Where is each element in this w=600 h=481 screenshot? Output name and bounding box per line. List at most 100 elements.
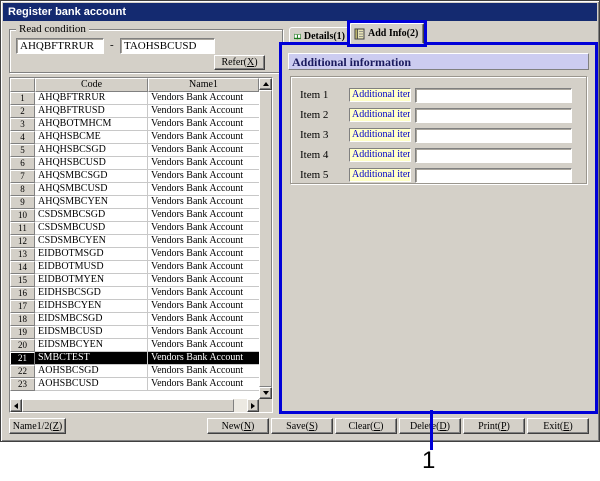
name-cell[interactable]: Vendors Bank Account (148, 248, 259, 261)
horizontal-scrollbar-thumb[interactable] (22, 399, 234, 412)
scroll-up-button[interactable] (259, 78, 272, 90)
row-number-cell[interactable]: 13 (10, 248, 35, 261)
item-tag-button[interactable]: Additional item3 (349, 128, 411, 142)
code-cell[interactable]: EIDBOTMUSD (35, 261, 148, 274)
horizontal-scrollbar[interactable] (10, 399, 259, 412)
code-cell[interactable]: EIDSMBCSGD (35, 313, 148, 326)
name-cell[interactable]: Vendors Bank Account (148, 365, 259, 378)
code-cell[interactable]: CSDSMBCSGD (35, 209, 148, 222)
name-cell[interactable]: Vendors Bank Account (148, 300, 259, 313)
table-row[interactable]: 8AHQSMBCUSDVendors Bank Account (10, 183, 259, 196)
row-number-cell[interactable]: 22 (10, 365, 35, 378)
table-row[interactable]: 14EIDBOTMUSDVendors Bank Account (10, 261, 259, 274)
code-cell[interactable]: AHQHSBCSGD (35, 144, 148, 157)
name-cell[interactable]: Vendors Bank Account (148, 209, 259, 222)
row-number-cell[interactable]: 15 (10, 274, 35, 287)
name-cell[interactable]: Vendors Bank Account (148, 131, 259, 144)
code-cell[interactable]: CSDSMBCUSD (35, 222, 148, 235)
table-row[interactable]: 13EIDBOTMSGDVendors Bank Account (10, 248, 259, 261)
name-cell[interactable]: Vendors Bank Account (148, 222, 259, 235)
item-input-4[interactable] (415, 148, 572, 163)
row-number-cell[interactable]: 6 (10, 157, 35, 170)
name-cell[interactable]: Vendors Bank Account (148, 274, 259, 287)
row-number-cell[interactable]: 2 (10, 105, 35, 118)
code-cell[interactable]: CSDSMBCYEN (35, 235, 148, 248)
row-number-cell[interactable]: 21 (10, 352, 35, 365)
item-input-3[interactable] (415, 128, 572, 143)
read-condition-to-input[interactable] (120, 38, 215, 54)
row-number-cell[interactable]: 19 (10, 326, 35, 339)
tab-add-info[interactable]: Add Info(2) (350, 23, 424, 44)
clear-button[interactable]: Clear(C) (335, 418, 397, 434)
item-input-2[interactable] (415, 108, 572, 123)
code-cell[interactable]: EIDSMBCUSD (35, 326, 148, 339)
scroll-left-button[interactable] (10, 399, 22, 412)
name-cell[interactable]: Vendors Bank Account (148, 92, 259, 105)
table-row[interactable]: 2AHQBFTRUSDVendors Bank Account (10, 105, 259, 118)
new-button[interactable]: New(N) (207, 418, 269, 434)
name-cell[interactable]: Vendors Bank Account (148, 118, 259, 131)
row-number-cell[interactable]: 7 (10, 170, 35, 183)
table-row[interactable]: 9AHQSMBCYENVendors Bank Account (10, 196, 259, 209)
name12-button[interactable]: Name1/2(Z) (9, 418, 66, 434)
scroll-right-button[interactable] (247, 399, 259, 412)
row-number-cell[interactable]: 17 (10, 300, 35, 313)
code-cell[interactable]: EIDSMBCYEN (35, 339, 148, 352)
row-number-cell[interactable]: 14 (10, 261, 35, 274)
row-number-cell[interactable]: 1 (10, 92, 35, 105)
code-cell[interactable]: AHQHSBCME (35, 131, 148, 144)
table-row[interactable]: 4AHQHSBCMEVendors Bank Account (10, 131, 259, 144)
vertical-scrollbar[interactable] (259, 78, 272, 399)
code-cell[interactable]: AHQBOTMHCM (35, 118, 148, 131)
item-tag-button[interactable]: Additional item5 (349, 168, 411, 182)
code-cell[interactable]: AOHSBCSGD (35, 365, 148, 378)
exit-button[interactable]: Exit(E) (527, 418, 589, 434)
code-cell[interactable]: AHQSMBCSGD (35, 170, 148, 183)
read-condition-from-input[interactable] (16, 38, 104, 54)
name-cell[interactable]: Vendors Bank Account (148, 287, 259, 300)
table-row[interactable]: 1AHQBFTRRURVendors Bank Account (10, 92, 259, 105)
row-number-cell[interactable]: 4 (10, 131, 35, 144)
code-cell[interactable]: EIDHSBCSGD (35, 287, 148, 300)
row-number-cell[interactable]: 12 (10, 235, 35, 248)
refer-button[interactable]: Refer(X) (214, 55, 265, 70)
table-row[interactable]: 5AHQHSBCSGDVendors Bank Account (10, 144, 259, 157)
row-number-cell[interactable]: 20 (10, 339, 35, 352)
code-cell[interactable]: EIDHSBCYEN (35, 300, 148, 313)
code-cell[interactable]: AOHSBCUSD (35, 378, 148, 391)
table-row[interactable]: 6AHQHSBCUSDVendors Bank Account (10, 157, 259, 170)
save-button[interactable]: Save(S) (271, 418, 333, 434)
name-cell[interactable]: Vendors Bank Account (148, 170, 259, 183)
row-number-cell[interactable]: 11 (10, 222, 35, 235)
table-row[interactable]: 7AHQSMBCSGDVendors Bank Account (10, 170, 259, 183)
table-row[interactable]: 17EIDHSBCYENVendors Bank Account (10, 300, 259, 313)
print-button[interactable]: Print(P) (463, 418, 525, 434)
table-row[interactable]: 22AOHSBCSGDVendors Bank Account (10, 365, 259, 378)
name-cell[interactable]: Vendors Bank Account (148, 313, 259, 326)
name-cell[interactable]: Vendors Bank Account (148, 352, 259, 365)
table-row[interactable]: 20EIDSMBCYENVendors Bank Account (10, 339, 259, 352)
row-number-cell[interactable]: 9 (10, 196, 35, 209)
code-cell[interactable]: AHQSMBCUSD (35, 183, 148, 196)
item-input-1[interactable] (415, 88, 572, 103)
code-cell[interactable]: AHQSMBCYEN (35, 196, 148, 209)
name-cell[interactable]: Vendors Bank Account (148, 144, 259, 157)
name-cell[interactable]: Vendors Bank Account (148, 378, 259, 391)
table-row[interactable]: 23AOHSBCUSDVendors Bank Account (10, 378, 259, 391)
code-cell[interactable]: AHQBFTRUSD (35, 105, 148, 118)
table-row[interactable]: 11CSDSMBCUSDVendors Bank Account (10, 222, 259, 235)
name-cell[interactable]: Vendors Bank Account (148, 339, 259, 352)
name-cell[interactable]: Vendors Bank Account (148, 326, 259, 339)
row-number-cell[interactable]: 3 (10, 118, 35, 131)
table-row[interactable]: 16EIDHSBCSGDVendors Bank Account (10, 287, 259, 300)
name-cell[interactable]: Vendors Bank Account (148, 261, 259, 274)
code-cell[interactable]: AHQHSBCUSD (35, 157, 148, 170)
row-number-cell[interactable]: 23 (10, 378, 35, 391)
table-row[interactable]: 18EIDSMBCSGDVendors Bank Account (10, 313, 259, 326)
name-cell[interactable]: Vendors Bank Account (148, 235, 259, 248)
code-cell[interactable]: AHQBFTRRUR (35, 92, 148, 105)
name-cell[interactable]: Vendors Bank Account (148, 196, 259, 209)
name-cell[interactable]: Vendors Bank Account (148, 183, 259, 196)
vertical-scrollbar-thumb[interactable] (259, 90, 272, 387)
code-cell[interactable]: SMBCTEST (35, 352, 148, 365)
